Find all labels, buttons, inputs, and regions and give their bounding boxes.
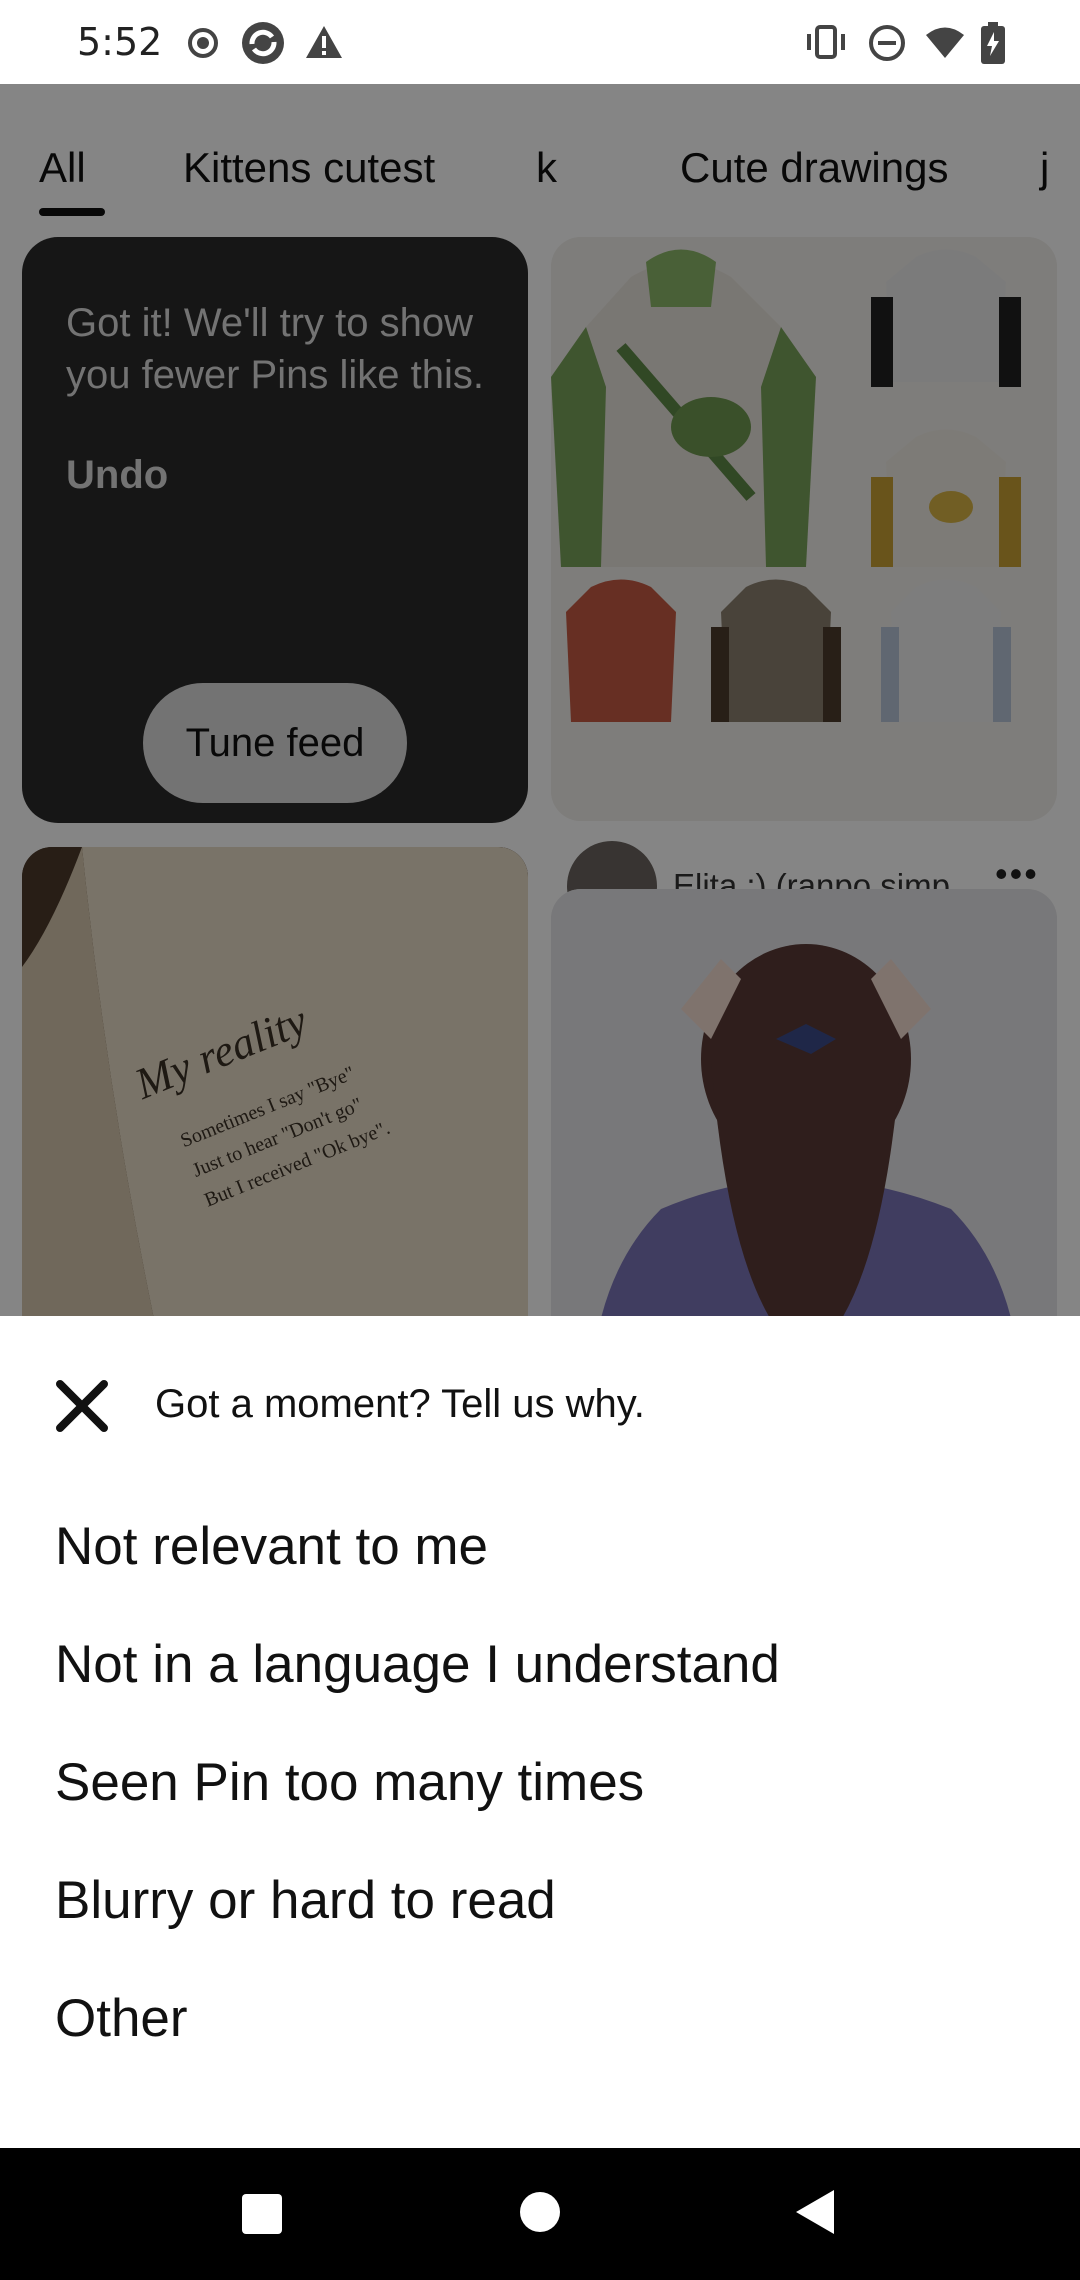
- wifi-icon: [926, 27, 964, 58]
- modal-scrim[interactable]: [0, 84, 1080, 1316]
- system-nav-bar: [0, 2148, 1080, 2280]
- recents-square-icon[interactable]: [240, 2192, 284, 2236]
- sheet-title: Got a moment? Tell us why.: [155, 1382, 645, 1426]
- status-bar: 5:52: [0, 0, 1080, 84]
- option-not-relevant[interactable]: Not relevant to me: [55, 1516, 488, 1577]
- battery-charging-icon: [981, 22, 1005, 64]
- option-not-my-language[interactable]: Not in a language I understand: [55, 1634, 780, 1695]
- vibrate-icon: [807, 25, 845, 59]
- close-icon[interactable]: [54, 1378, 110, 1434]
- option-seen-too-many-times[interactable]: Seen Pin too many times: [55, 1752, 644, 1813]
- record-icon: [188, 28, 218, 58]
- back-triangle-icon[interactable]: [794, 2188, 838, 2236]
- option-other[interactable]: Other: [55, 1988, 188, 2049]
- option-blurry[interactable]: Blurry or hard to read: [55, 1870, 556, 1931]
- status-time: 5:52: [77, 20, 163, 64]
- home-circle-icon[interactable]: [518, 2190, 562, 2234]
- sync-app-icon: [242, 22, 284, 64]
- do-not-disturb-icon: [869, 25, 905, 61]
- warning-icon: [306, 26, 342, 58]
- feedback-sheet: Got a moment? Tell us why. Not relevant …: [0, 1316, 1080, 2148]
